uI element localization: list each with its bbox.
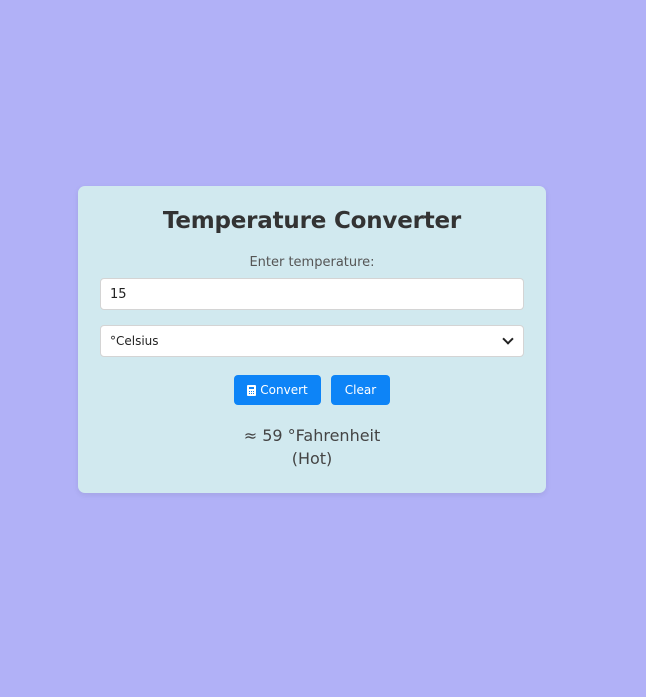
chevron-down-icon bbox=[502, 333, 514, 345]
page-title: Temperature Converter bbox=[162, 208, 462, 234]
result-note: (Hot) bbox=[291, 449, 333, 468]
clear-button-label: Clear bbox=[344, 383, 377, 397]
conversion-result: ≈ 59 °Fahrenheit (Hot) bbox=[78, 424, 546, 470]
unit-select[interactable]: °Celsius bbox=[100, 325, 524, 357]
convert-button[interactable]: Convert bbox=[234, 375, 321, 405]
clear-button[interactable]: Clear bbox=[331, 375, 390, 405]
temperature-label: Enter temperature: bbox=[249, 255, 375, 270]
temperature-input[interactable] bbox=[100, 278, 524, 310]
converter-card: Temperature Converter Enter temperature:… bbox=[78, 186, 546, 493]
calculator-icon bbox=[247, 384, 257, 396]
result-value: ≈ 59 °Fahrenheit bbox=[243, 426, 381, 445]
unit-select-value: °Celsius bbox=[110, 334, 159, 348]
convert-button-label: Convert bbox=[260, 383, 308, 397]
